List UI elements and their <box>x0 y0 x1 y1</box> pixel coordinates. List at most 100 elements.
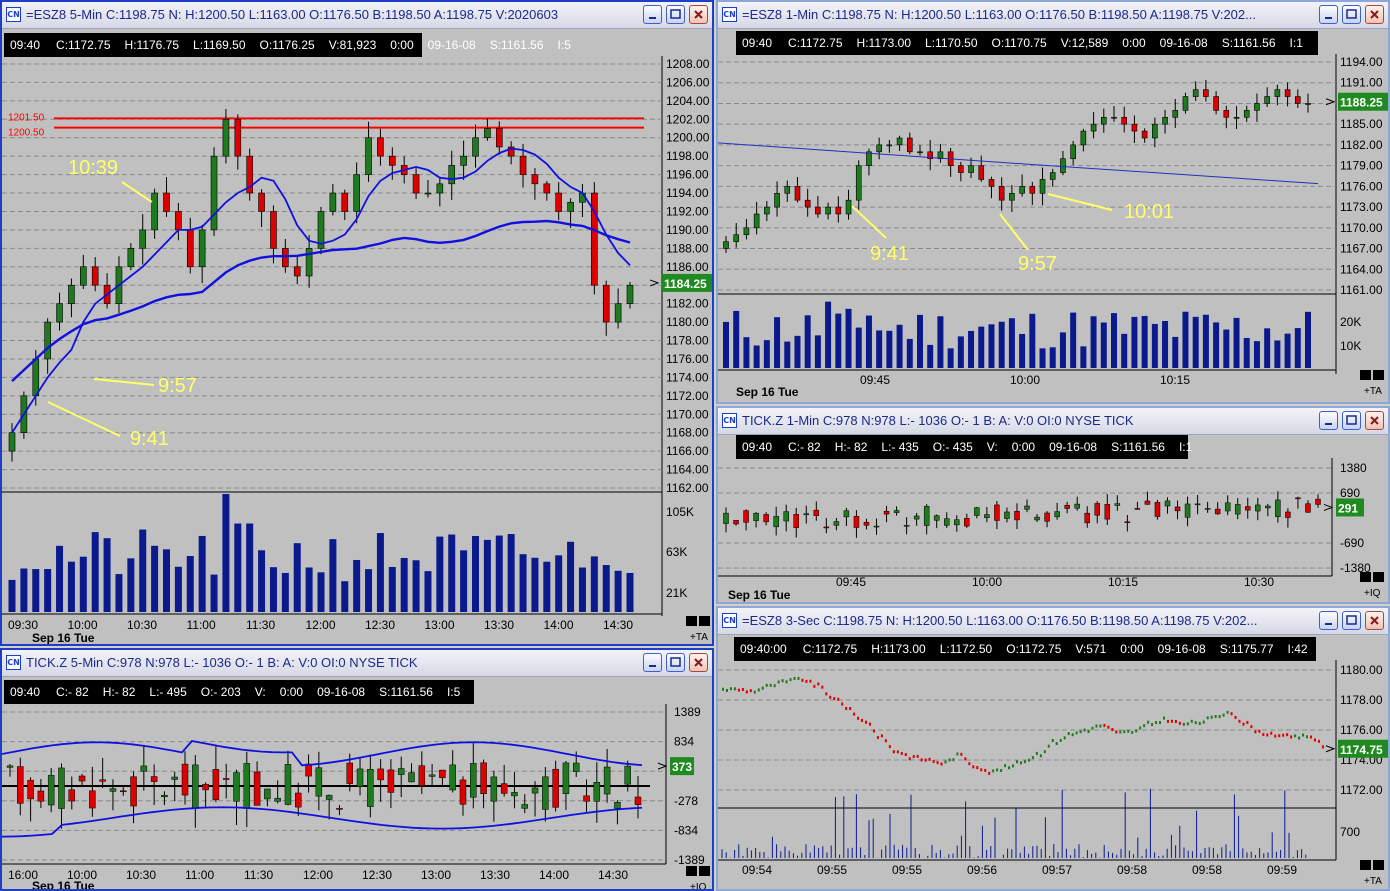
info-field: I:42 <box>1287 642 1308 656</box>
candle <box>893 510 900 513</box>
candle <box>764 206 770 215</box>
candle <box>210 155 218 231</box>
candle <box>1204 508 1211 510</box>
candle <box>56 303 63 323</box>
candle <box>954 519 960 526</box>
tick-mark <box>865 720 868 724</box>
maximize-button[interactable] <box>1342 411 1361 430</box>
tick-mark <box>1075 731 1078 735</box>
volume-bar <box>79 556 87 612</box>
candle <box>572 762 580 772</box>
candle <box>130 776 137 807</box>
axis-tick-label: 105K <box>666 505 694 519</box>
tick-mark <box>1178 721 1181 725</box>
tick-1min-window[interactable]: CN TICK.Z 1-Min C:978 N:978 L:- 1036 O:-… <box>716 406 1390 604</box>
volume-bar <box>1080 346 1087 368</box>
tick-mark <box>1310 735 1312 739</box>
es-1min-window[interactable]: CN =ESZ8 1-Min C:1198.75 N: H:1200.50 L:… <box>716 0 1390 404</box>
tick-mark <box>968 762 971 766</box>
candle <box>753 512 759 521</box>
maximize-button[interactable] <box>666 5 685 24</box>
volume-bar <box>998 321 1005 368</box>
tick-mark <box>1115 730 1118 734</box>
info-field: L:1172.50 <box>939 642 993 656</box>
close-button[interactable] <box>689 5 708 24</box>
candle <box>163 192 170 212</box>
candle <box>329 192 337 212</box>
candle <box>1111 116 1117 119</box>
close-button[interactable] <box>1365 611 1384 630</box>
candle <box>626 284 634 304</box>
tick-mark <box>749 689 752 693</box>
volume-bar <box>8 579 16 612</box>
axis-tick-label: 1170.00 <box>666 407 709 421</box>
volume-bar <box>1059 332 1066 368</box>
maximize-button[interactable] <box>1342 611 1361 630</box>
volume-bar <box>329 539 337 612</box>
candle <box>1274 89 1281 97</box>
tick-chart[interactable]: 1380 690 -690 -1380 291 09:45 10:00 10:15 10:30 S… <box>718 458 1388 602</box>
close-button[interactable] <box>1365 411 1384 430</box>
price-chart[interactable]: 1180.00 1178.00 1176.00 1174.00 1172.00 1174.… <box>718 660 1388 889</box>
tick-mark <box>1198 721 1201 725</box>
info-field: I:5 <box>446 685 461 699</box>
minimize-button[interactable] <box>643 5 662 24</box>
minimize-button[interactable] <box>643 653 662 672</box>
es-3sec-window[interactable]: CN =ESZ8 3-Sec C:1198.75 N: H:1200.50 L:… <box>716 606 1390 891</box>
quote-info-bar: 09:40 C:- 82 H:- 82 L:- 495 O:- 203 V: 0:00 09-… <box>4 680 474 704</box>
candle <box>1233 116 1240 119</box>
tick-5min-window[interactable]: CN TICK.Z 5-Min C:978 N:978 L:- 1036 O:-… <box>0 648 714 891</box>
tick-mark <box>1023 760 1026 764</box>
price-chart[interactable]: 1208.00 1206.00 1204.00 1202.00 1200.00 1198.… <box>2 56 712 644</box>
tick-mark <box>1067 732 1070 736</box>
maximize-button[interactable] <box>666 653 685 672</box>
info-field: H:1176.75 <box>124 38 180 52</box>
candle <box>325 794 333 800</box>
title-bar[interactable]: CN =ESZ8 1-Min C:1198.75 N: H:1200.50 L:… <box>718 2 1388 29</box>
axis-tick-label: 1178.00 <box>1340 693 1383 707</box>
title-bar[interactable]: CN TICK.Z 1-Min C:978 N:978 L:- 1036 O:-… <box>718 408 1388 435</box>
tick-mark <box>1214 715 1217 719</box>
trend-line <box>718 142 1319 185</box>
tick-mark <box>1206 716 1209 720</box>
tick-mark <box>900 751 903 755</box>
maximize-button[interactable] <box>1342 5 1361 24</box>
info-field: I:5 <box>557 38 571 52</box>
info-field: O:1172.75 <box>1006 642 1062 656</box>
title-bar[interactable]: CN TICK.Z 5-Min C:978 N:978 L:- 1036 O:-… <box>2 650 712 677</box>
tick-mark <box>1190 719 1193 723</box>
axis-tick-label: 1166.00 <box>666 444 709 458</box>
axis-tick-label: 1179.00 <box>1340 159 1383 173</box>
tick-mark <box>1234 715 1237 719</box>
candle <box>264 788 271 800</box>
minimize-button[interactable] <box>1319 5 1338 24</box>
tick-mark <box>1210 715 1213 719</box>
tick-mark <box>853 712 856 716</box>
es-5min-window[interactable]: CN =ESZ8 5-Min C:1198.75 N: H:1200.50 L:… <box>0 0 714 646</box>
candle <box>519 155 527 175</box>
tick-mark <box>821 685 824 689</box>
candle <box>804 199 811 208</box>
tick-mark <box>888 745 891 749</box>
tick-mark <box>1043 750 1046 754</box>
volume-bar <box>1151 323 1158 368</box>
close-button[interactable] <box>689 653 708 672</box>
info-field: O:- 435 <box>932 440 973 454</box>
volume-bar <box>578 567 586 612</box>
candle <box>1080 130 1087 146</box>
candle <box>17 766 24 804</box>
time-tick-label: 12:30 <box>365 618 395 632</box>
title-bar[interactable]: CN =ESZ8 3-Sec C:1198.75 N: H:1200.50 L:… <box>718 608 1388 635</box>
corner-tag: +IQ <box>1364 588 1381 599</box>
tick-mark <box>984 768 987 772</box>
close-button[interactable] <box>1365 5 1384 24</box>
minimize-button[interactable] <box>1319 611 1338 630</box>
candle <box>634 796 642 805</box>
candle <box>484 128 491 139</box>
title-bar[interactable]: CN =ESZ8 5-Min C:1198.75 N: H:1200.50 L:… <box>2 2 712 29</box>
volume-bar <box>269 567 277 612</box>
price-chart[interactable]: 1194.001191.001188.001185.001182.001179.… <box>718 54 1388 402</box>
tick-chart[interactable]: 1389834278-278-834-138937316:0010:0010:3… <box>2 704 712 889</box>
minimize-button[interactable] <box>1319 411 1338 430</box>
candle <box>1144 500 1151 505</box>
